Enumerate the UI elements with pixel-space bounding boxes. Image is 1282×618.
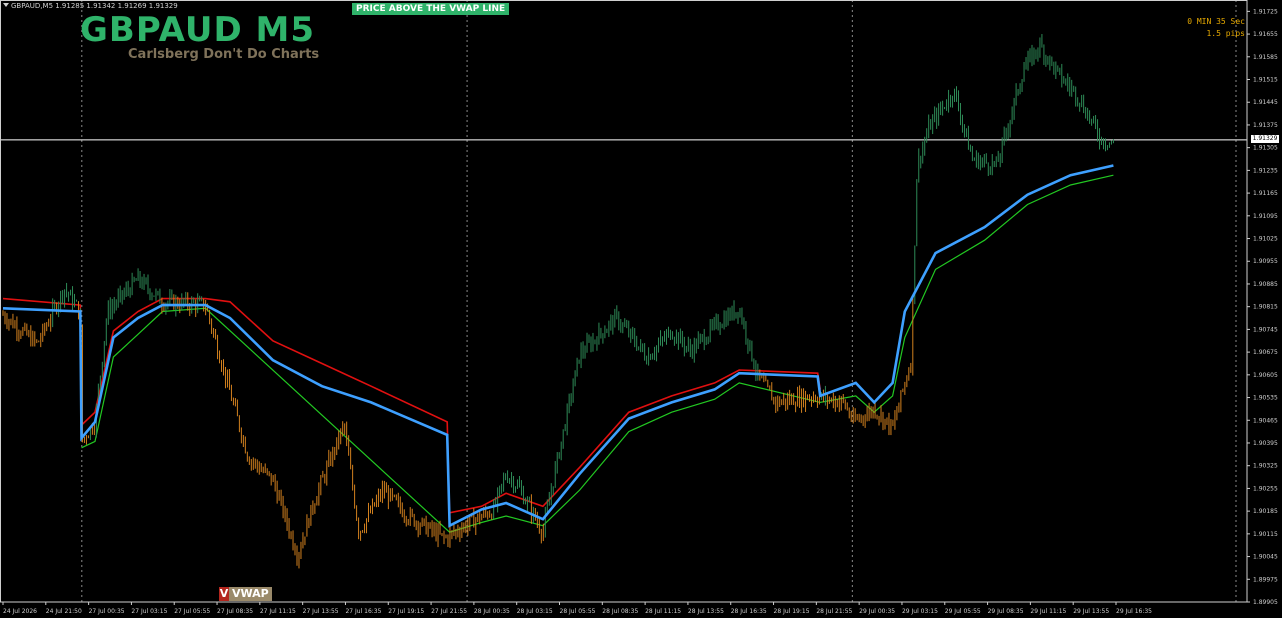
x-tick-label: 29 Jul 16:35 [1116, 608, 1152, 615]
y-tick-label: 1.90955 [1253, 258, 1278, 265]
y-tick-label: 1.91655 [1253, 31, 1278, 38]
vwap-button-label: VWAP [229, 587, 272, 601]
upper-band-line [2, 297, 821, 514]
y-tick-label: 1.90395 [1253, 440, 1278, 447]
x-tick-label: 24 Jul 21:50 [46, 608, 82, 615]
x-tick-label: 29 Jul 00:35 [859, 608, 895, 615]
x-tick-label: 27 Jul 11:15 [260, 608, 296, 615]
x-tick-label: 28 Jul 19:15 [774, 608, 810, 615]
x-tick-label: 27 Jul 08:35 [217, 608, 253, 615]
x-tick-label: 28 Jul 03:15 [517, 608, 553, 615]
x-tick-label: 27 Jul 21:55 [431, 608, 467, 615]
x-tick-label: 27 Jul 16:35 [345, 608, 381, 615]
y-tick-label: 1.90745 [1253, 326, 1278, 333]
x-tick-label: 24 Jul 2026 [3, 608, 37, 615]
price-chart[interactable]: 24 Jul 2026 24 Jul 21:50 27 Jul 00:35 27 Ju… [0, 0, 1282, 618]
timer-spread: 1.5 pips [1206, 29, 1245, 38]
y-tick-label: 1.89905 [1253, 599, 1278, 606]
x-tick-label: 28 Jul 13:55 [688, 608, 724, 615]
y-tick-label: 1.91585 [1253, 54, 1278, 61]
y-tick-label: 1.90675 [1253, 349, 1278, 356]
vwap-bands-layer [2, 174, 1114, 533]
y-tick-label: 1.90815 [1253, 304, 1278, 311]
y-tick-label: 1.91235 [1253, 167, 1278, 174]
symbol-title: GBPAUD M5 [80, 10, 316, 50]
x-tick-label: 27 Jul 19:15 [388, 608, 424, 615]
dropdown-icon[interactable] [3, 3, 9, 7]
x-tick-label: 29 Jul 08:35 [988, 608, 1024, 615]
timer-remaining: 0 MIN 35 Sec [1187, 17, 1245, 26]
ohlc-text: GBPAUD,M5 1.91285 1.91342 1.91269 1.9132… [11, 2, 178, 10]
y-tick-label: 1.91095 [1253, 213, 1278, 220]
x-tick-label: 27 Jul 00:35 [89, 608, 125, 615]
y-tick-label: 1.91165 [1253, 190, 1278, 197]
current-price-tag: 1.91329 [1251, 135, 1279, 143]
x-tick-label: 29 Jul 03:15 [902, 608, 938, 615]
y-tick-label: 1.90885 [1253, 281, 1278, 288]
x-tick-label: 28 Jul 21:55 [816, 608, 852, 615]
y-tick-label: 1.91515 [1253, 77, 1278, 84]
y-tick-label: 1.91025 [1253, 236, 1278, 243]
candle-timer: 0 MIN 35 Sec 1.5 pips [1187, 16, 1245, 40]
lower-band-line [81, 174, 1114, 533]
vwap-button[interactable]: V VWAP [219, 587, 272, 601]
x-tick-label: 27 Jul 13:55 [303, 608, 339, 615]
vwap-line [2, 164, 1114, 528]
y-tick-label: 1.91445 [1253, 99, 1278, 106]
y-tick-label: 1.89975 [1253, 576, 1278, 583]
ohlc-header: GBPAUD,M5 1.91285 1.91342 1.91269 1.9132… [3, 2, 178, 10]
signal-banner: PRICE ABOVE THE VWAP LINE [352, 3, 510, 15]
x-tick-label: 29 Jul 13:55 [1073, 608, 1109, 615]
y-tick-label: 1.90465 [1253, 417, 1278, 424]
candles-layer [2, 34, 1114, 569]
x-tick-label: 29 Jul 05:55 [945, 608, 981, 615]
x-tick-label: 27 Jul 03:15 [131, 608, 167, 615]
y-tick-label: 1.90255 [1253, 485, 1278, 492]
y-tick-label: 1.91725 [1253, 8, 1278, 15]
subtitle: Carlsberg Don't Do Charts [128, 47, 320, 62]
y-tick-label: 1.90045 [1253, 554, 1278, 561]
x-tick-label: 28 Jul 16:35 [731, 608, 767, 615]
y-tick-label: 1.90325 [1253, 463, 1278, 470]
x-tick-label: 27 Jul 05:55 [174, 608, 210, 615]
y-tick-label: 1.90605 [1253, 372, 1278, 379]
vwap-icon: V [219, 587, 229, 601]
grid-layer [0, 0, 1247, 602]
y-tick-label: 1.91375 [1253, 122, 1278, 129]
x-tick-label: 28 Jul 05:55 [560, 608, 596, 615]
chart-window[interactable]: 24 Jul 2026 24 Jul 21:50 27 Jul 00:35 27 Ju… [0, 0, 1282, 618]
x-tick-label: 29 Jul 11:15 [1030, 608, 1066, 615]
x-tick-label: 28 Jul 08:35 [602, 608, 638, 615]
x-tick-label: 28 Jul 00:35 [474, 608, 510, 615]
y-tick-label: 1.91305 [1253, 145, 1278, 152]
x-tick-label: 28 Jul 11:15 [645, 608, 681, 615]
y-tick-label: 1.90535 [1253, 395, 1278, 402]
y-tick-label: 1.90185 [1253, 508, 1278, 515]
y-tick-label: 1.90115 [1253, 531, 1278, 538]
vwap-layer [2, 164, 1114, 528]
